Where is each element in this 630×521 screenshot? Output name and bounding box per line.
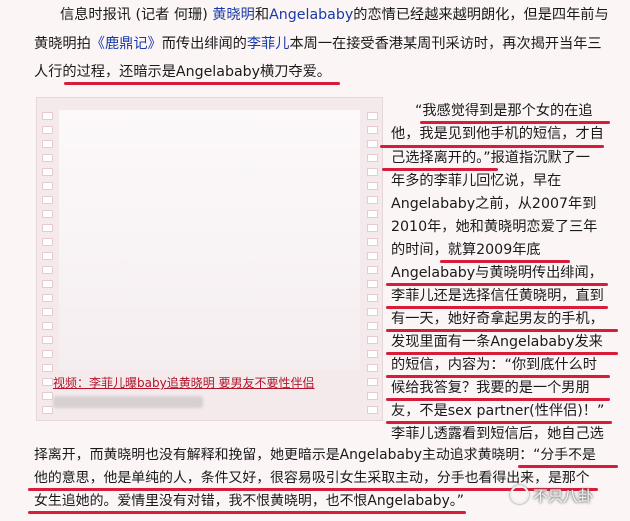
bottom-line-1: 择离开，而黄晓明也没有解释和挽留，她更暗示是Angelababy主动追求黄晓明：…	[34, 447, 596, 463]
watermark-text: 不只八卦	[533, 487, 594, 505]
bottom-line-2: 他的意思，他是单纯的人，条件又好，很容易吸引女生采取主动，分手也看得出来，是那个	[34, 470, 590, 486]
video-caption-link[interactable]: 视频：李菲儿曝baby追黄晓明 要男友不要性伴侣	[53, 374, 315, 391]
intro2-suffix: 本周一在接受香港某周刊采访时，再次揭开当年三	[289, 36, 602, 52]
intro-prefix: 信息时报讯 (记者 何珊)	[60, 7, 213, 23]
quote-line-3: 己选择离开的。”报道指沉默了一	[391, 150, 590, 166]
bottom-line-3: 女生追她的。爱情里没有对错，我不恨黄晓明，也不恨Angelababy。”	[34, 493, 464, 509]
quote-line-7: 的时间，就算2009年底	[391, 242, 541, 258]
quote-line-4: 年多的李菲儿回忆说，早在	[391, 173, 562, 189]
quote-line-2: 他，我是见到他手机的短信，才自	[391, 126, 604, 142]
quote-line-5: Angelababy之前，从2007年到	[391, 196, 597, 212]
intro2-prefix: 黄晓明拍	[34, 36, 91, 52]
intro-suffix: 的恋情已经越来越明朗化，但是四年前与	[353, 7, 609, 23]
film-strip-left	[41, 112, 53, 414]
source-watermark: 不只八卦	[510, 485, 593, 506]
quote-line-9: 李菲儿还是选择信任黄晓明，直到	[391, 288, 604, 304]
name-link-huang[interactable]: 黄晓明	[212, 7, 255, 23]
quote-line-13: 候给我答复？我要的是一个男朋	[391, 380, 590, 396]
quote-line-15: 李菲儿透露看到短信后，她自己选	[391, 426, 604, 442]
intro-line-2: 黄晓明拍《鹿鼎记》而传出绯闻的李菲儿本周一在接受香港某周刊采访时，再次揭开当年三	[34, 33, 602, 55]
quote-line-11: 发现里面有一条Angelababy发来	[391, 334, 603, 350]
video-player[interactable]: 视频：李菲儿曝baby追黄晓明 要男友不要性伴侣	[36, 97, 383, 421]
quote-line-6: 2010年，她和黄晓明恋爱了三年	[391, 219, 598, 235]
intro-line-1: 信息时报讯 (记者 何珊) 黄晓明和Angelababy的恋情已经越来越明朗化，…	[60, 4, 609, 26]
quote-line-1: “我感觉得到是那个女的在追	[415, 103, 593, 119]
underline-intro-3	[64, 82, 340, 85]
film-strip-right	[366, 112, 378, 414]
film-link-ludingji[interactable]: 《鹿鼎记》	[91, 36, 162, 52]
intro2-mid: 而传出绯闻的	[161, 36, 247, 52]
underline-bottom-3	[28, 511, 466, 514]
name-link-lifeier[interactable]: 李菲儿	[247, 36, 290, 52]
quote-line-8: Angelababy与黄晓明传出绯闻，	[391, 265, 603, 281]
chat-bubble-icon	[510, 485, 529, 504]
video-screen[interactable]	[59, 110, 360, 370]
intro-mid: 和	[254, 7, 270, 23]
name-link-angelababy[interactable]: Angelababy	[269, 7, 353, 23]
intro-line-3: 人行的过程，还暗示是Angelababy横刀夺爱。	[34, 64, 331, 80]
blurred-text	[53, 396, 203, 408]
quote-line-14: 友，不是sex partner(性伴侣)！”	[391, 403, 605, 419]
quote-line-12: 的短信，内容为：“你到底什么时	[391, 357, 597, 373]
quote-line-10: 有一天，她好奇拿起男友的手机，	[391, 311, 604, 327]
